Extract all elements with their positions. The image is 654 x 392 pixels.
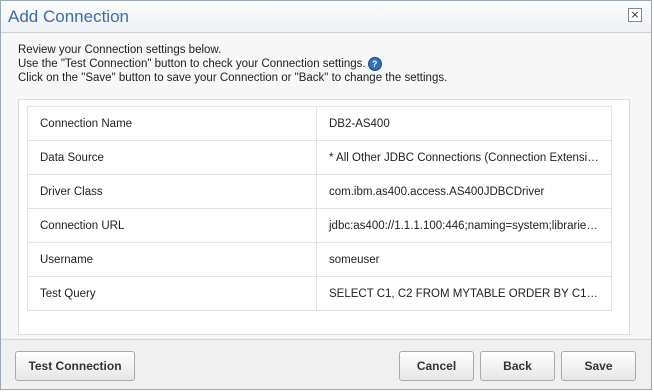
table-row: Driver Class com.ibm.as400.access.AS400J… [27,174,612,209]
close-icon[interactable]: × [628,8,642,22]
save-button[interactable]: Save [561,351,636,381]
intro-line-2-text: Use the "Test Connection" button to chec… [18,58,366,71]
row-label-data-source: Data Source [27,140,317,175]
test-connection-button[interactable]: Test Connection [15,351,135,381]
row-value-test-query: SELECT C1, C2 FROM MYTABLE ORDER BY C1 F… [316,276,612,311]
row-value-data-source: * All Other JDBC Connections (Connection… [316,140,612,175]
row-value-connection-name: DB2-AS400 [316,106,612,141]
table-row: Data Source * All Other JDBC Connections… [27,140,612,175]
intro-line-1: Review your Connection settings below. [18,44,222,56]
row-label-connection-name: Connection Name [27,106,317,141]
dialog-title: Add Connection [8,7,129,26]
back-button[interactable]: Back [480,351,555,381]
settings-table: Connection Name DB2-AS400 Data Source * … [27,106,612,311]
intro-line-3: Click on the "Save" button to save your … [18,72,448,85]
dialog-footer: Test Connection Cancel Back Save [1,339,651,389]
table-row: Test Query SELECT C1, C2 FROM MYTABLE OR… [27,276,612,311]
dialog-body: Review your Connection settings below. U… [1,33,651,338]
intro-text: Review your Connection settings below. U… [18,43,447,85]
row-label-test-query: Test Query [27,276,317,311]
table-row: Connection Name DB2-AS400 [27,106,612,141]
cancel-button[interactable]: Cancel [399,351,474,381]
row-label-connection-url: Connection URL [27,208,317,243]
add-connection-dialog: Add Connection × Review your Connection … [0,0,652,390]
help-icon[interactable]: ? [367,57,382,71]
row-value-driver-class: com.ibm.as400.access.AS400JDBCDriver [316,174,612,209]
settings-panel: Connection Name DB2-AS400 Data Source * … [18,99,630,335]
intro-line-2: Use the "Test Connection" button to chec… [18,57,447,71]
row-label-driver-class: Driver Class [27,174,317,209]
dialog-titlebar[interactable]: Add Connection × [1,1,651,33]
row-value-username: someuser [316,242,612,277]
row-label-username: Username [27,242,317,277]
table-row: Username someuser [27,242,612,277]
row-value-connection-url: jdbc:as400://1.1.1.100:446;naming=system… [316,208,612,243]
table-row: Connection URL jdbc:as400://1.1.1.100:44… [27,208,612,243]
